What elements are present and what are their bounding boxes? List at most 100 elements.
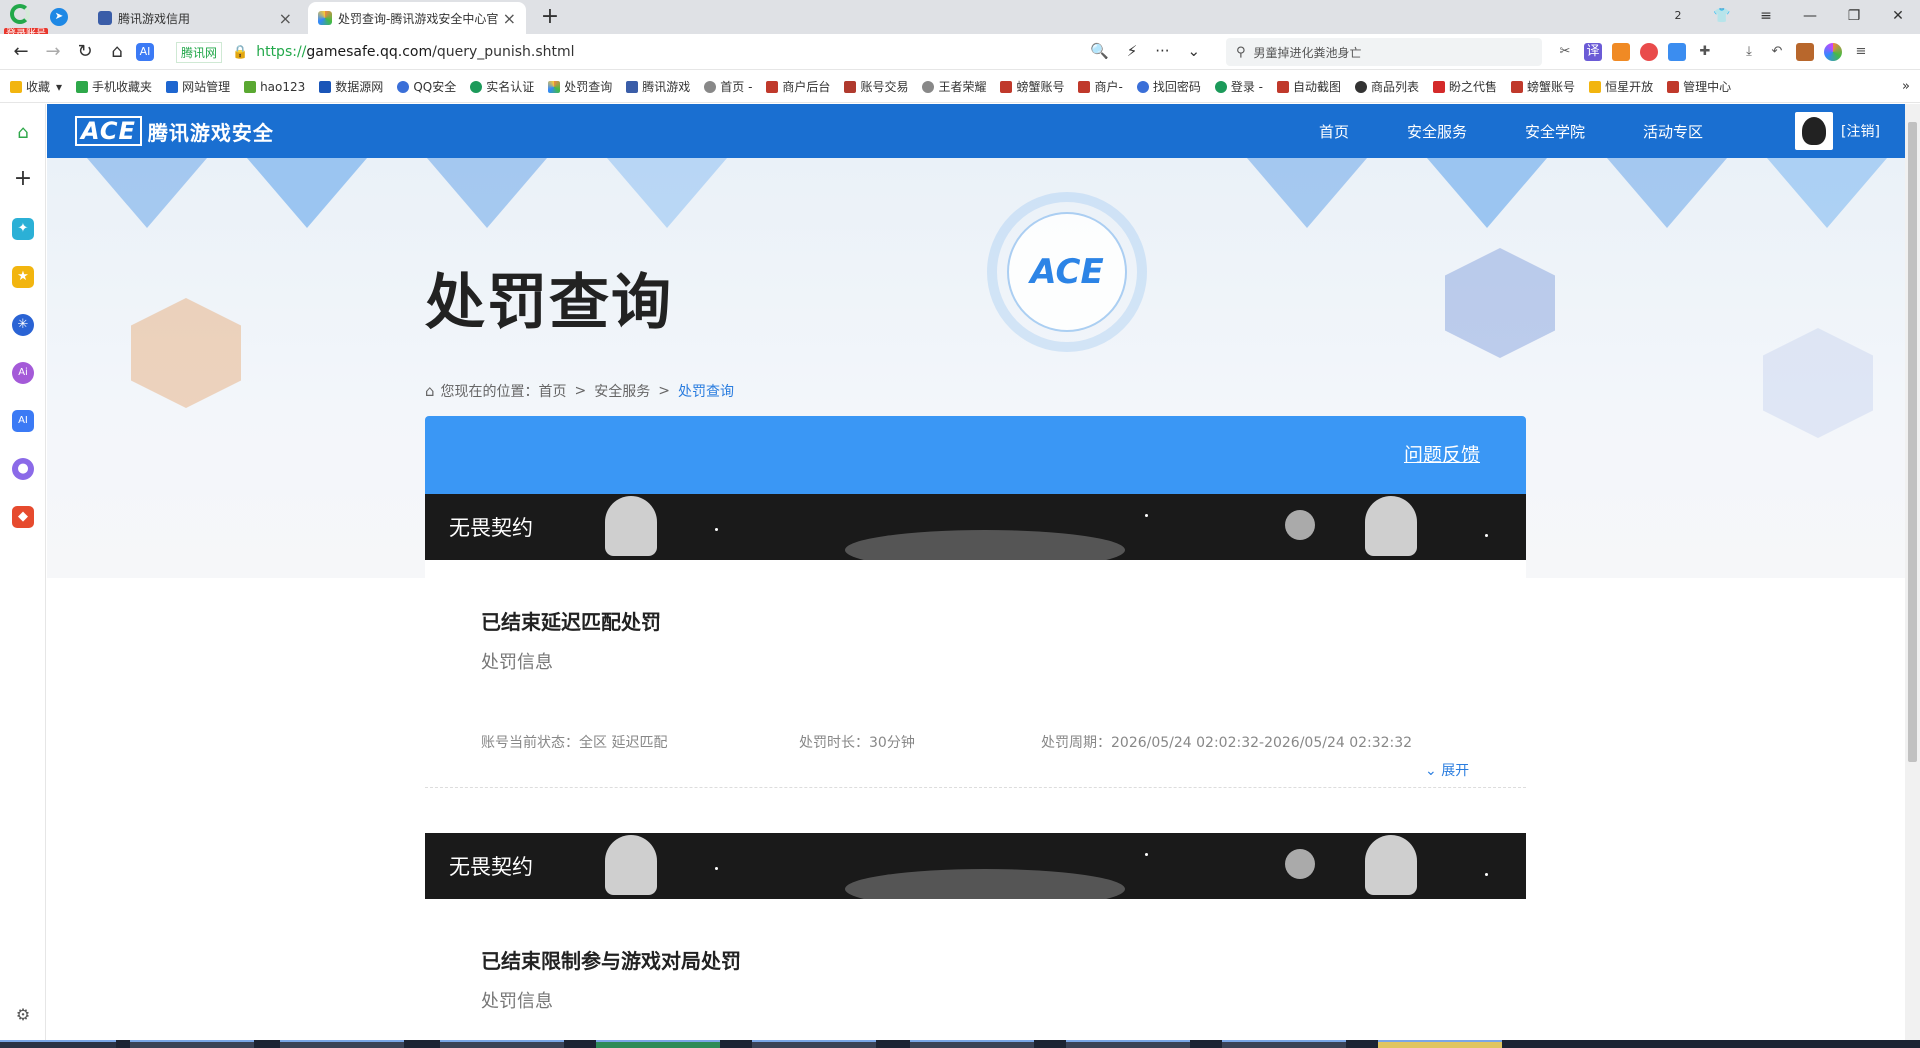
bookmark-item[interactable]: 腾讯游戏 bbox=[626, 78, 690, 95]
taskbar-item[interactable] bbox=[280, 1040, 404, 1048]
bookmark-item[interactable]: hao123 bbox=[244, 80, 305, 94]
nav-security-services[interactable]: 安全服务 bbox=[1407, 121, 1467, 142]
bookmark-item[interactable]: 螃蟹账号 bbox=[1000, 78, 1064, 95]
bookmark-item[interactable]: 王者荣耀 bbox=[922, 78, 986, 95]
zoom-icon[interactable]: 🔍 bbox=[1090, 42, 1109, 60]
nav-security-academy[interactable]: 安全学院 bbox=[1525, 121, 1585, 142]
home-button[interactable]: ⌂ bbox=[104, 40, 130, 64]
bookmark-item[interactable]: 收藏 ▾ bbox=[10, 78, 62, 95]
bookmark-item[interactable]: 数据源网 bbox=[319, 78, 383, 95]
bookmark-item[interactable]: 账号交易 bbox=[844, 78, 908, 95]
bookmark-item[interactable]: QQ安全 bbox=[397, 78, 456, 95]
undo-icon[interactable]: ↶ bbox=[1768, 43, 1786, 61]
taskbar-item[interactable] bbox=[1066, 1040, 1190, 1048]
add-icon[interactable]: + bbox=[12, 168, 34, 190]
home-icon[interactable]: ⌂ bbox=[12, 122, 34, 144]
bookmark-item[interactable]: 处罚查询 bbox=[548, 78, 612, 95]
taskbar-item[interactable] bbox=[596, 1040, 720, 1048]
scrollbar-thumb[interactable] bbox=[1908, 122, 1917, 762]
expand-button[interactable]: ⌄ 展开 bbox=[1425, 760, 1469, 780]
color-wheel-icon[interactable] bbox=[1824, 43, 1842, 61]
bookmark-item[interactable]: 找回密码 bbox=[1136, 78, 1201, 95]
menu-icon[interactable]: ≡ bbox=[1744, 4, 1788, 28]
scissors-icon[interactable]: ✂ bbox=[1556, 43, 1574, 61]
bookmark-item[interactable]: 手机收藏夹 bbox=[76, 78, 152, 95]
translate-icon[interactable]: 译 bbox=[1584, 43, 1602, 61]
search-box[interactable]: ⚲ 男童掉进化粪池身亡 bbox=[1226, 38, 1542, 66]
ai-assistant-icon[interactable]: Ai bbox=[12, 362, 34, 384]
close-tab-icon[interactable]: × bbox=[503, 9, 516, 28]
mail-icon[interactable] bbox=[1668, 43, 1686, 61]
taskbar-item[interactable] bbox=[752, 1040, 876, 1048]
taskbar-item[interactable] bbox=[1378, 1040, 1502, 1048]
breadcrumb-home[interactable]: 首页 bbox=[539, 381, 567, 401]
url-text[interactable]: https://gamesafe.qq.com/query_punish.sht… bbox=[256, 44, 574, 60]
ai-icon[interactable]: AI bbox=[12, 410, 34, 432]
taskbar-item[interactable] bbox=[440, 1040, 564, 1048]
skin-icon[interactable]: 👕 bbox=[1700, 4, 1744, 28]
taskbar-item[interactable] bbox=[910, 1040, 1034, 1048]
site-badge[interactable]: 腾讯网 bbox=[176, 41, 223, 63]
shield-icon bbox=[1136, 80, 1149, 93]
briefcase-icon[interactable] bbox=[1796, 43, 1814, 61]
minimize-button[interactable]: — bbox=[1788, 4, 1832, 28]
more-icon[interactable]: ··· bbox=[1155, 42, 1169, 60]
close-tab-icon[interactable]: × bbox=[279, 9, 292, 28]
new-tab-button[interactable]: + bbox=[538, 4, 562, 29]
bookmark-item[interactable]: 商户后台 bbox=[766, 78, 830, 95]
lock-icon[interactable]: 🔒 bbox=[232, 45, 248, 60]
chat-icon[interactable]: ● bbox=[12, 458, 34, 480]
close-window-button[interactable]: ✕ bbox=[1876, 4, 1920, 28]
nav-events[interactable]: 活动专区 bbox=[1643, 121, 1703, 142]
ai-icon[interactable]: AI bbox=[136, 43, 154, 61]
forward-button[interactable]: → bbox=[40, 40, 66, 64]
bookmark-item[interactable]: 商品列表 bbox=[1355, 78, 1419, 95]
settings-icon[interactable]: ⚙ bbox=[12, 1004, 34, 1026]
chevron-down-icon[interactable]: ⌄ bbox=[1188, 42, 1201, 60]
address-bar[interactable]: 腾讯网 🔒 https://gamesafe.qq.com/query_puni… bbox=[176, 38, 1206, 66]
breadcrumb-current[interactable]: 处罚查询 bbox=[678, 381, 734, 401]
nav-home[interactable]: 首页 bbox=[1319, 121, 1349, 142]
avatar[interactable] bbox=[1795, 112, 1833, 150]
tab-punish-query[interactable]: 处罚查询-腾讯游戏安全中心官 × bbox=[308, 2, 526, 34]
bookmark-item[interactable]: 自动截图 bbox=[1277, 78, 1341, 95]
crab-icon bbox=[1078, 80, 1091, 93]
network-icon[interactable]: ✳ bbox=[12, 314, 34, 336]
tab-count-icon[interactable]: 2 bbox=[1656, 4, 1700, 28]
tab-credit[interactable]: 腾讯游戏信用 × bbox=[88, 2, 302, 34]
bookmarks-more-icon[interactable]: » bbox=[1902, 79, 1910, 94]
ace-logo-icon: ACE bbox=[75, 116, 142, 146]
taskbar-item[interactable] bbox=[1222, 1040, 1346, 1048]
record-title: 已结束延迟匹配处罚 bbox=[481, 610, 661, 634]
feedback-link[interactable]: 问题反馈 bbox=[1404, 440, 1480, 467]
game-icon[interactable] bbox=[1612, 43, 1630, 61]
app-icon[interactable]: ✦ bbox=[12, 218, 34, 240]
bookmark-item[interactable]: 实名认证 bbox=[470, 78, 534, 95]
pinned-tab-icon[interactable]: ➤ bbox=[50, 8, 68, 26]
bookmark-item[interactable]: 首页 - bbox=[704, 78, 752, 95]
breadcrumb-security-services[interactable]: 安全服务 bbox=[594, 381, 650, 401]
download-icon[interactable]: ⤓ bbox=[1740, 43, 1758, 61]
reload-button[interactable]: ↻ bbox=[72, 40, 98, 64]
logout-link[interactable]: [注销] bbox=[1841, 121, 1880, 141]
bookmark-item[interactable]: 恒星开放 bbox=[1589, 78, 1653, 95]
site-logo[interactable]: ACE 腾讯游戏安全 bbox=[75, 116, 274, 146]
gamepad-icon[interactable]: ◆ bbox=[12, 506, 34, 528]
star-icon[interactable]: ★ bbox=[12, 266, 34, 288]
page-scrollbar[interactable] bbox=[1905, 104, 1920, 1040]
restore-button[interactable]: ❐ bbox=[1832, 4, 1876, 28]
record-section-label: 处罚信息 bbox=[481, 652, 553, 673]
lightning-icon[interactable]: ⚡ bbox=[1127, 42, 1138, 60]
bookmark-item[interactable]: 螃蟹账号 bbox=[1511, 78, 1575, 95]
hamburger-icon[interactable]: ≡ bbox=[1852, 43, 1870, 61]
bookmark-item[interactable]: 管理中心 bbox=[1667, 78, 1731, 95]
puzzle-icon[interactable]: ✚ bbox=[1696, 43, 1714, 61]
bookmark-item[interactable]: 盼之代售 bbox=[1433, 78, 1497, 95]
start-button[interactable] bbox=[0, 1040, 116, 1048]
weibo-icon[interactable] bbox=[1640, 43, 1658, 61]
bookmark-item[interactable]: 网站管理 bbox=[166, 78, 230, 95]
bookmark-item[interactable]: 登录 - bbox=[1214, 78, 1263, 95]
back-button[interactable]: ← bbox=[8, 40, 34, 64]
taskbar-item[interactable] bbox=[130, 1040, 254, 1048]
bookmark-item[interactable]: 商户- bbox=[1078, 78, 1123, 95]
